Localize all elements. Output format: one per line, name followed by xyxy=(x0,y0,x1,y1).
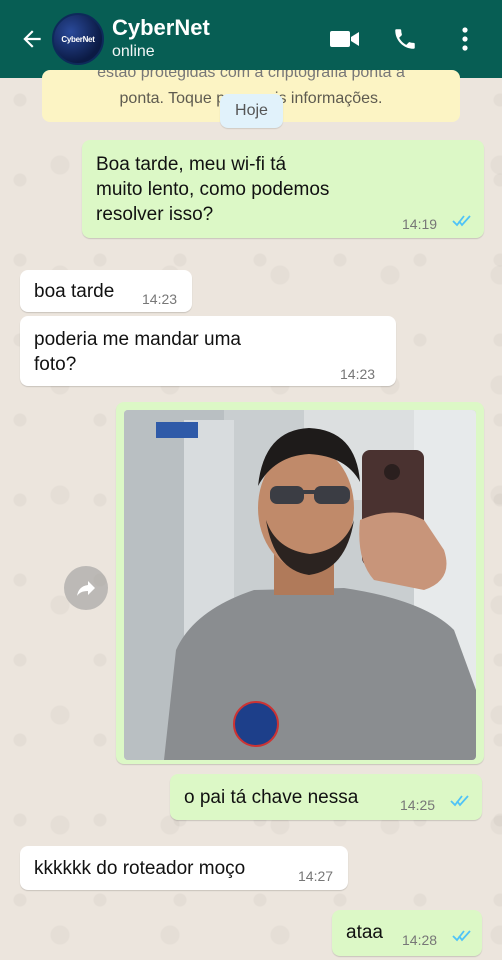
forward-button[interactable] xyxy=(64,566,108,610)
contact-avatar[interactable]: CyberNet xyxy=(52,13,104,65)
message-time: 14:25 xyxy=(400,797,436,813)
message-time: 14:23 xyxy=(142,291,178,307)
date-chip: Hoje xyxy=(220,94,283,128)
phone-icon xyxy=(395,29,415,49)
read-ticks-icon xyxy=(452,215,471,227)
message-time: 14:23 xyxy=(340,366,376,382)
message-text: kkkkkk do roteador moço xyxy=(34,858,246,879)
contact-info[interactable]: CyberNet online xyxy=(112,15,210,63)
more-vert-icon xyxy=(462,27,468,51)
message-text: muito lento, como podemos xyxy=(96,179,330,200)
message-time: 14:28 xyxy=(402,932,438,948)
message-text: foto? xyxy=(34,354,77,375)
contact-name: CyberNet xyxy=(112,15,210,40)
mirror-selfie-photo[interactable] xyxy=(124,410,476,760)
message-bubble-incoming[interactable]: boa tarde 14:23 xyxy=(20,270,192,312)
message-time: 14:27 xyxy=(298,868,334,884)
chat-header: CyberNet CyberNet online xyxy=(0,0,502,78)
message-bubble-incoming[interactable]: kkkkkk do roteador moço 14:27 xyxy=(20,846,348,890)
message-bubble-outgoing[interactable]: ataa 14:28 xyxy=(332,910,482,956)
message-text: o pai tá chave nessa xyxy=(184,787,359,808)
message-time: 14:19 xyxy=(402,216,438,232)
read-ticks-icon xyxy=(450,795,469,807)
forward-share-icon xyxy=(77,581,95,596)
message-text: boa tarde xyxy=(34,281,115,302)
message-bubble-incoming[interactable]: poderia me mandar uma foto? 14:23 xyxy=(20,316,396,386)
message-text: poderia me mandar uma xyxy=(34,329,241,350)
back-button[interactable] xyxy=(12,0,52,78)
voice-call-button[interactable] xyxy=(382,16,428,62)
message-bubble-outgoing[interactable]: Boa tarde, meu wi-fi tá muito lento, com… xyxy=(82,140,484,238)
video-call-button[interactable] xyxy=(322,16,368,62)
message-text: resolver isso? xyxy=(96,204,214,225)
photo-image xyxy=(124,410,476,760)
message-text: Boa tarde, meu wi-fi tá xyxy=(96,154,287,175)
message-bubble-outgoing[interactable]: o pai tá chave nessa 14:25 xyxy=(170,774,482,820)
message-text: ataa xyxy=(346,922,383,943)
contact-status: online xyxy=(112,43,155,60)
video-call-icon xyxy=(330,31,359,47)
more-options-button[interactable] xyxy=(442,16,488,62)
avatar-logo-text: CyberNet xyxy=(61,34,95,44)
notice-line-1: estão protegidas com a criptografia pont… xyxy=(97,70,405,81)
back-arrow-icon xyxy=(23,30,41,48)
photo-message-bubble[interactable] xyxy=(116,402,484,764)
read-ticks-icon xyxy=(452,930,471,942)
